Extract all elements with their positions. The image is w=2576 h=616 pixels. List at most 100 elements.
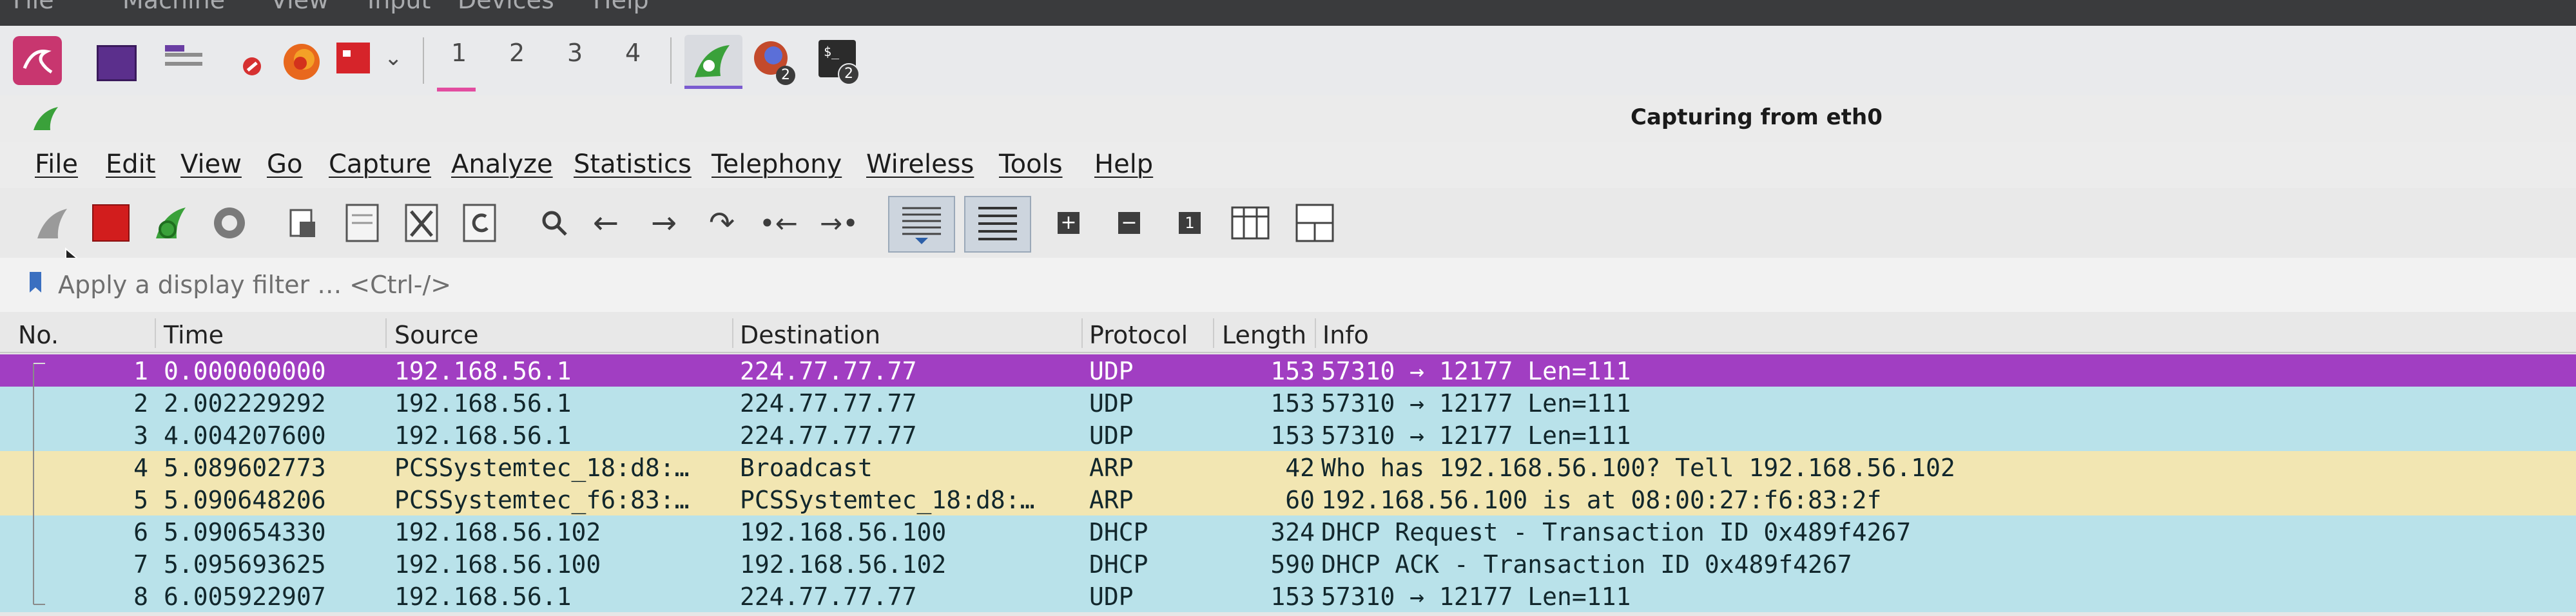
start-capture-button[interactable]: [26, 197, 77, 249]
col-header-time[interactable]: Time: [164, 321, 224, 349]
col-header-protocol[interactable]: Protocol: [1089, 321, 1188, 349]
colorize-button[interactable]: [964, 196, 1031, 253]
save-file-button[interactable]: [336, 197, 388, 249]
cell-source: 192.168.56.1: [394, 389, 572, 418]
go-to-packet-button[interactable]: ↷: [696, 197, 748, 249]
host-menu-file[interactable]: File: [13, 0, 54, 14]
auto-scroll-button[interactable]: [888, 196, 955, 253]
cell-time: 0.000000000: [164, 357, 326, 385]
go-to-packet-icon: ↷: [708, 205, 735, 241]
cell-length: 153: [1270, 421, 1315, 450]
col-header-length[interactable]: Length: [1222, 321, 1306, 349]
bookmark-icon[interactable]: [30, 272, 41, 293]
column-divider[interactable]: [1081, 318, 1083, 348]
cell-destination: 192.168.56.102: [740, 550, 947, 579]
packet-row[interactable]: 8 6.005922907 192.168.56.1 224.77.77.77 UDP 1…: [0, 580, 2576, 612]
first-packet-button[interactable]: •←: [753, 197, 804, 249]
cell-source: 192.168.56.100: [394, 550, 601, 579]
last-packet-button[interactable]: →•: [813, 197, 865, 249]
cell-length: 153: [1270, 582, 1315, 611]
menu-tools[interactable]: Tools: [999, 149, 1063, 179]
column-divider[interactable]: [385, 318, 387, 348]
host-menu-devices[interactable]: Devices: [458, 0, 554, 14]
host-menu-view[interactable]: View: [271, 0, 329, 14]
menu-file[interactable]: File: [35, 149, 78, 179]
menu-statistics[interactable]: Statistics: [574, 149, 692, 179]
wireshark-logo-icon: [30, 104, 61, 133]
arrow-left-icon: ←: [592, 205, 619, 241]
packet-row[interactable]: 6 5.090654330 192.168.56.102 192.168.56.100…: [0, 515, 2576, 548]
open-file-button[interactable]: [277, 197, 329, 249]
go-forward-button[interactable]: →: [638, 197, 690, 249]
col-header-info[interactable]: Info: [1322, 321, 1369, 349]
menu-go[interactable]: Go: [267, 149, 302, 179]
cell-destination: PCSSystemtec_18:d8:…: [740, 486, 1035, 514]
column-divider[interactable]: [732, 318, 733, 348]
cell-no: 5: [133, 486, 148, 514]
window-titlebar[interactable]: Capturing from eth0: [0, 95, 2576, 142]
display-filter-input[interactable]: [58, 267, 2559, 303]
cell-destination: 192.168.56.100: [740, 518, 947, 546]
cell-no: 1: [133, 357, 148, 385]
workspace-3[interactable]: 3: [567, 39, 583, 67]
cell-info: 57310 → 12177 Len=111: [1321, 357, 1631, 385]
normal-size-button[interactable]: 1: [1164, 197, 1215, 249]
menu-telephony[interactable]: Telephony: [712, 149, 842, 179]
packet-row[interactable]: 2 2.002229292 192.168.56.1 224.77.77.77 UDP 1…: [0, 387, 2576, 419]
wireshark-task-icon[interactable]: [684, 35, 742, 89]
cell-no: 2: [133, 389, 148, 418]
cell-info: 57310 → 12177 Len=111: [1321, 421, 1631, 450]
capture-options-button[interactable]: [204, 197, 255, 249]
reload-file-button[interactable]: [454, 197, 505, 249]
packet-row[interactable]: 3 4.004207600 192.168.56.1 224.77.77.77 UDP 1…: [0, 419, 2576, 451]
file-manager-icon[interactable]: [165, 45, 202, 76]
menu-wireless[interactable]: Wireless: [866, 149, 974, 179]
arrow-right-icon: →: [650, 205, 677, 241]
firefox-icon[interactable]: [281, 41, 322, 82]
app-red-icon[interactable]: [336, 43, 370, 73]
host-menu-input[interactable]: Input: [367, 0, 431, 14]
menu-edit[interactable]: Edit: [106, 149, 155, 179]
firefox-task-icon[interactable]: 2: [751, 39, 797, 85]
cell-protocol: UDP: [1089, 421, 1134, 450]
menu-view[interactable]: View: [180, 149, 242, 179]
packet-list: No. Time Source Destination Protocol Len…: [0, 312, 2576, 616]
cell-length: 153: [1270, 389, 1315, 418]
restart-capture-button[interactable]: [144, 197, 196, 249]
host-menu-machine[interactable]: Machine: [122, 0, 225, 14]
column-divider[interactable]: [155, 318, 156, 348]
last-packet-icon: →•: [820, 207, 858, 239]
related-packets-indicator: [33, 363, 45, 605]
col-header-destination[interactable]: Destination: [740, 321, 880, 349]
column-divider[interactable]: [1213, 318, 1214, 348]
menu-analyze[interactable]: Analyze: [451, 149, 553, 179]
col-header-no[interactable]: No.: [18, 321, 59, 349]
text-editor-icon[interactable]: [238, 53, 266, 80]
zoom-in-button[interactable]: +: [1043, 197, 1094, 249]
layout-button[interactable]: [1289, 197, 1341, 249]
host-menu-help[interactable]: Help: [593, 0, 649, 14]
packet-row[interactable]: 5 5.090648206 PCSSystemtec_f6:83:… PCSSyste…: [0, 483, 2576, 515]
stop-capture-button[interactable]: [85, 197, 137, 249]
workspace-4[interactable]: 4: [625, 39, 641, 67]
packet-row-selected[interactable]: 1 0.000000000 192.168.56.1 224.77.77.77 UDP 1…: [0, 354, 2576, 387]
menu-help[interactable]: Help: [1094, 149, 1153, 179]
menu-capture[interactable]: Capture: [329, 149, 431, 179]
workspace-2[interactable]: 2: [509, 39, 525, 67]
find-packet-button[interactable]: [528, 197, 580, 249]
packet-row[interactable]: 4 5.089602773 PCSSystemtec_18:d8:… Broadcas…: [0, 451, 2576, 483]
kali-menu-icon[interactable]: [13, 36, 62, 85]
cell-info: DHCP ACK - Transaction ID 0x489f4267: [1321, 550, 1852, 579]
chevron-down-icon[interactable]: ⌄: [384, 45, 403, 71]
terminal-task-icon[interactable]: $_ 2: [818, 40, 860, 85]
cell-time: 5.095693625: [164, 550, 326, 579]
go-back-button[interactable]: ←: [580, 197, 632, 249]
close-file-button[interactable]: [396, 197, 447, 249]
terminal-window-icon[interactable]: [97, 45, 137, 81]
column-divider[interactable]: [1315, 318, 1316, 348]
workspace-1[interactable]: 1: [451, 39, 467, 67]
packet-row[interactable]: 7 5.095693625 192.168.56.100 192.168.56.102…: [0, 548, 2576, 580]
resize-columns-button[interactable]: [1225, 197, 1276, 249]
col-header-source[interactable]: Source: [394, 321, 479, 349]
zoom-out-button[interactable]: −: [1103, 197, 1155, 249]
